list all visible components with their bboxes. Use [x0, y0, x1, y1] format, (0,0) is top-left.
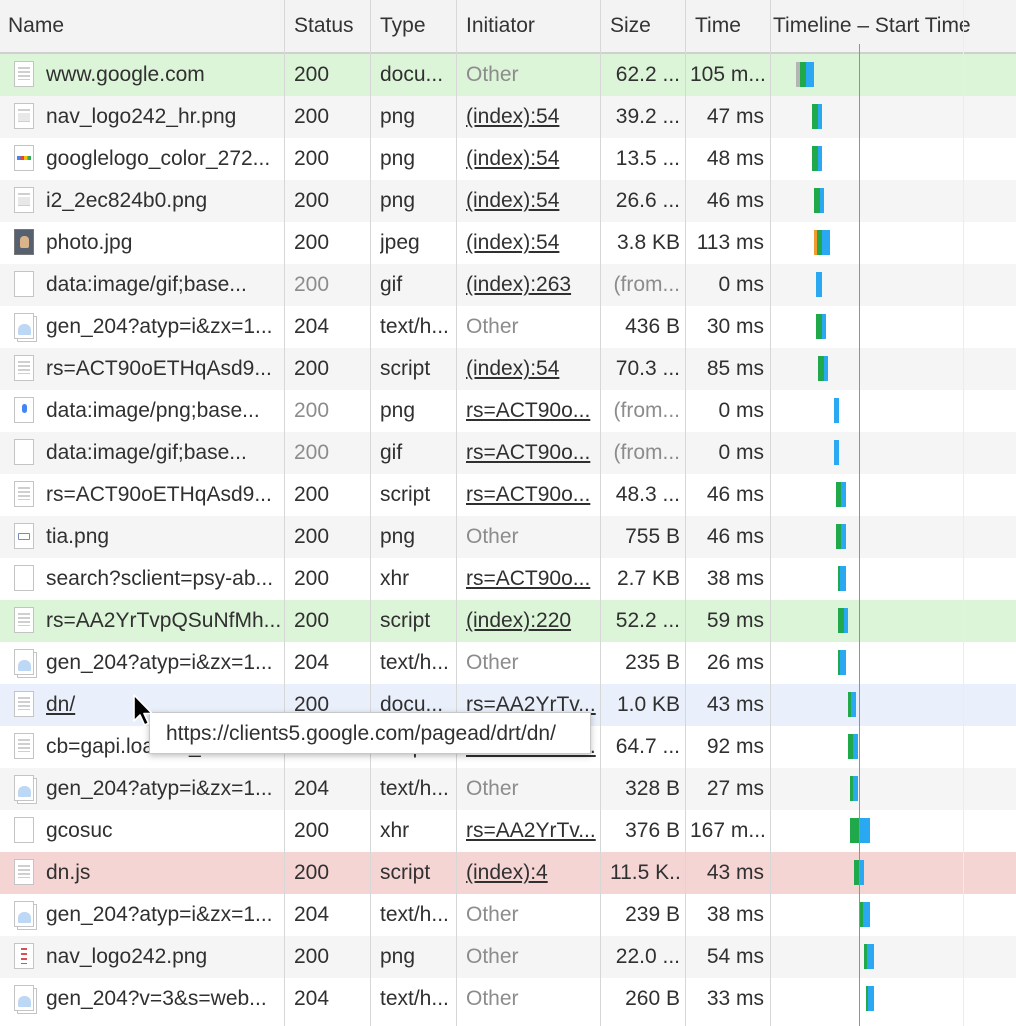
timeline-segment	[820, 188, 824, 213]
timeline-segment	[851, 692, 856, 717]
network-table-header: Name Status Type Initiator Size Time Tim…	[0, 0, 1016, 54]
table-row[interactable]: rs=ACT90oETHqAsd9... 200 script (index):54 7…	[0, 348, 1016, 390]
timeline-segment	[818, 146, 822, 171]
timeline-bar	[0, 944, 1016, 969]
column-header-time[interactable]: Time	[695, 0, 767, 52]
timeline-segment	[822, 230, 830, 255]
timeline-load-marker	[859, 44, 860, 1026]
table-row[interactable]: search?sclient=psy-ab... 200 xhr rs=ACT90o.…	[0, 558, 1016, 600]
timeline-bar	[0, 314, 1016, 339]
timeline-bar	[0, 398, 1016, 423]
timeline-bar	[0, 818, 1016, 843]
column-header-timeline[interactable]: Timeline – Start Time	[773, 0, 1016, 52]
timeline-segment	[853, 776, 858, 801]
table-row[interactable]: i2_2ec824b0.png 200 png (index):54 26.6 ... 4…	[0, 180, 1016, 222]
timeline-bar	[0, 272, 1016, 297]
timeline-segment	[841, 482, 846, 507]
timeline-segment	[834, 398, 839, 423]
timeline-bar	[0, 230, 1016, 255]
timeline-segment	[840, 650, 846, 675]
timeline-bar	[0, 986, 1016, 1011]
table-row[interactable]: photo.jpg 200 jpeg (index):54 3.8 KB 113 ms	[0, 222, 1016, 264]
timeline-segment	[853, 734, 858, 759]
timeline-bar	[0, 146, 1016, 171]
timeline-segment	[840, 566, 846, 591]
table-row[interactable]: www.google.com 200 docu... Other 62.2 ... 105…	[0, 54, 1016, 96]
column-divider[interactable]	[284, 0, 285, 1026]
table-row[interactable]: gen_204?atyp=i&zx=1... 204 text/h... Other 3…	[0, 768, 1016, 810]
timeline-segment	[806, 62, 814, 87]
timeline-bar	[0, 566, 1016, 591]
timeline-gridline	[963, 0, 964, 1026]
table-row[interactable]: data:image/gif;base... 200 gif rs=ACT90o...…	[0, 432, 1016, 474]
table-row[interactable]: gen_204?atyp=i&zx=1... 204 text/h... Other 2…	[0, 894, 1016, 936]
column-header-name[interactable]: Name	[8, 0, 278, 52]
timeline-bar	[0, 104, 1016, 129]
timeline-segment	[818, 104, 822, 129]
column-header-type[interactable]: Type	[380, 0, 454, 52]
table-row[interactable]: googlelogo_color_272... 200 png (index):54 1…	[0, 138, 1016, 180]
timeline-bar	[0, 482, 1016, 507]
timeline-bar	[0, 356, 1016, 381]
table-row[interactable]: gcosuc 200 xhr rs=AA2YrTv... 376 B 167 m...	[0, 810, 1016, 852]
timeline-segment	[816, 272, 822, 297]
timeline-bar	[0, 188, 1016, 213]
timeline-segment	[868, 986, 874, 1011]
timeline-segment	[796, 62, 800, 87]
column-divider[interactable]	[370, 0, 371, 1026]
timeline-segment	[860, 818, 870, 843]
timeline-segment	[824, 356, 828, 381]
table-row[interactable]: tia.png 200 png Other 755 B 46 ms	[0, 516, 1016, 558]
column-divider[interactable]	[600, 0, 601, 1026]
table-row[interactable]: data:image/png;base... 200 png rs=ACT90o...…	[0, 390, 1016, 432]
timeline-segment	[834, 440, 839, 465]
timeline-bar	[0, 62, 1016, 87]
timeline-segment	[867, 944, 874, 969]
column-divider[interactable]	[456, 0, 457, 1026]
table-row[interactable]: gen_204?v=3&s=web... 204 text/h... Other 260…	[0, 978, 1016, 1020]
table-row[interactable]: gen_204?atyp=i&zx=1... 204 text/h... Other 2…	[0, 642, 1016, 684]
column-divider[interactable]	[685, 0, 686, 1026]
timeline-bar	[0, 524, 1016, 549]
table-row[interactable]: nav_logo242.png 200 png Other 22.0 ... 54 ms	[0, 936, 1016, 978]
column-header-status[interactable]: Status	[294, 0, 368, 52]
timeline-segment	[844, 608, 848, 633]
timeline-segment	[863, 902, 870, 927]
column-divider[interactable]	[770, 0, 771, 1026]
timeline-bar	[0, 440, 1016, 465]
table-row[interactable]: dn.js 200 script (index):4 11.5 K... 43 ms	[0, 852, 1016, 894]
timeline-segment	[841, 524, 846, 549]
network-panel: Name Status Type Initiator Size Time Tim…	[0, 0, 1016, 1026]
timeline-bar	[0, 902, 1016, 927]
mouse-cursor-icon	[133, 694, 153, 726]
table-row[interactable]: rs=AA2YrTvpQSuNfMh... 200 script (index):22…	[0, 600, 1016, 642]
table-row[interactable]: data:image/gif;base... 200 gif (index):263(…	[0, 264, 1016, 306]
table-row[interactable]: nav_logo242_hr.png 200 png (index):54 39.2 .…	[0, 96, 1016, 138]
timeline-segment	[822, 314, 826, 339]
timeline-bar	[0, 860, 1016, 885]
table-row[interactable]: rs=ACT90oETHqAsd9... 200 script rs=ACT90o..…	[0, 474, 1016, 516]
timeline-bar	[0, 650, 1016, 675]
url-tooltip: https://clients5.google.com/pagead/drt/d…	[149, 712, 591, 754]
table-row[interactable]: gen_204?atyp=i&zx=1... 204 text/h... Other 4…	[0, 306, 1016, 348]
column-header-size[interactable]: Size	[610, 0, 682, 52]
column-header-initiator[interactable]: Initiator	[466, 0, 596, 52]
timeline-bar	[0, 608, 1016, 633]
timeline-bar	[0, 776, 1016, 801]
